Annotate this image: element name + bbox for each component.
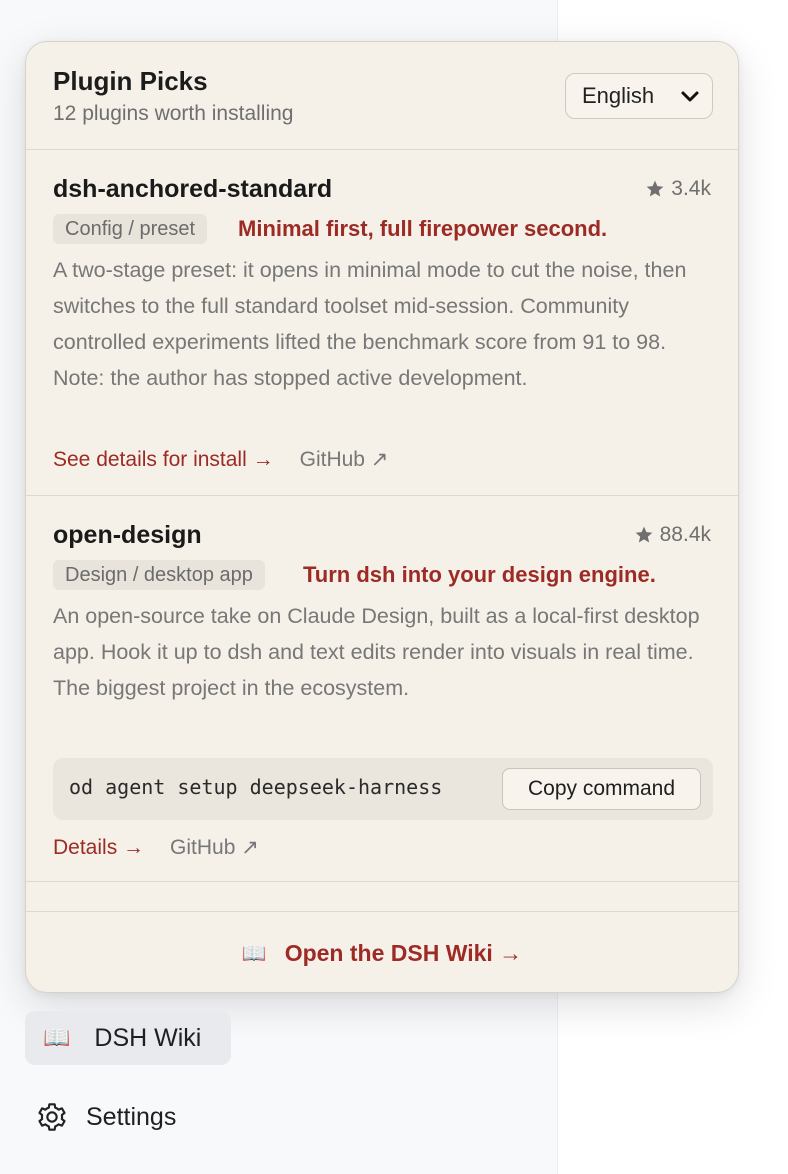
github-link[interactable]: GitHub ↗ xyxy=(170,835,259,860)
plugin-tagline: Turn dsh into your design engine. xyxy=(303,562,656,587)
plugin-card: open-design 88.4k Design / desktop app T… xyxy=(26,496,738,882)
plugin-description: An open-source take on Claude Design, bu… xyxy=(53,604,700,700)
sidebar-item-label: Settings xyxy=(86,1102,177,1131)
plugin-name: dsh-anchored-standard xyxy=(53,175,333,203)
plugin-list[interactable]: dsh-anchored-standard 3.4k Config / pres… xyxy=(26,150,738,911)
plugin-picks-popover: Plugin Picks 12 plugins worth installing… xyxy=(25,41,739,993)
plugin-category-tag: Config / preset xyxy=(53,214,208,244)
plugin-stars: 88.4k xyxy=(634,523,711,547)
popover-title: Plugin Picks xyxy=(53,66,208,96)
plugin-description: A two-stage preset: it opens in minimal … xyxy=(53,258,687,390)
book-icon: 📖 xyxy=(43,1025,71,1050)
popover-header: Plugin Picks 12 plugins worth installing… xyxy=(26,42,738,150)
star-icon xyxy=(646,180,664,197)
install-command[interactable]: od agent setup deepseek-harness xyxy=(69,775,442,799)
popover-footer: 📖 Open the DSH Wiki → xyxy=(26,911,738,992)
sidebar-item-settings[interactable]: Settings xyxy=(36,1094,176,1140)
book-icon: 📖 xyxy=(241,942,267,965)
plugin-card: dsh-anchored-standard 3.4k Config / pres… xyxy=(26,150,738,496)
plugin-stars-count: 3.4k xyxy=(671,177,711,200)
open-wiki-link[interactable]: Open the DSH Wiki → xyxy=(285,940,522,967)
sidebar-item-label: DSH Wiki xyxy=(94,1023,202,1052)
star-icon xyxy=(635,526,652,543)
gear-icon xyxy=(38,1103,66,1131)
github-link[interactable]: GitHub ↗ xyxy=(300,447,389,472)
install-command-box: od agent setup deepseek-harness Copy com… xyxy=(53,758,713,820)
copy-command-button[interactable]: Copy command xyxy=(502,768,701,810)
plugin-stars: 3.4k xyxy=(645,177,711,201)
plugin-links: See details for install → GitHub ↗ xyxy=(53,447,388,472)
plugin-category-tag: Design / desktop app xyxy=(53,560,265,590)
language-select-value: English xyxy=(582,83,655,108)
details-link[interactable]: Details → xyxy=(53,836,144,860)
plugin-links: Details → GitHub ↗ xyxy=(53,835,259,860)
popover-subtitle: 12 plugins worth installing xyxy=(53,102,294,125)
see-details-link[interactable]: See details for install → xyxy=(53,448,274,472)
language-select[interactable]: English xyxy=(565,73,713,119)
chevron-down-icon xyxy=(681,91,699,102)
sidebar-item-dsh-wiki[interactable]: 📖 DSH Wiki xyxy=(25,1011,231,1065)
plugin-stars-count: 88.4k xyxy=(659,523,711,546)
plugin-card-partial xyxy=(26,882,738,911)
plugin-tagline: Minimal first, full firepower second. xyxy=(238,216,608,241)
plugin-name: open-design xyxy=(53,521,202,549)
